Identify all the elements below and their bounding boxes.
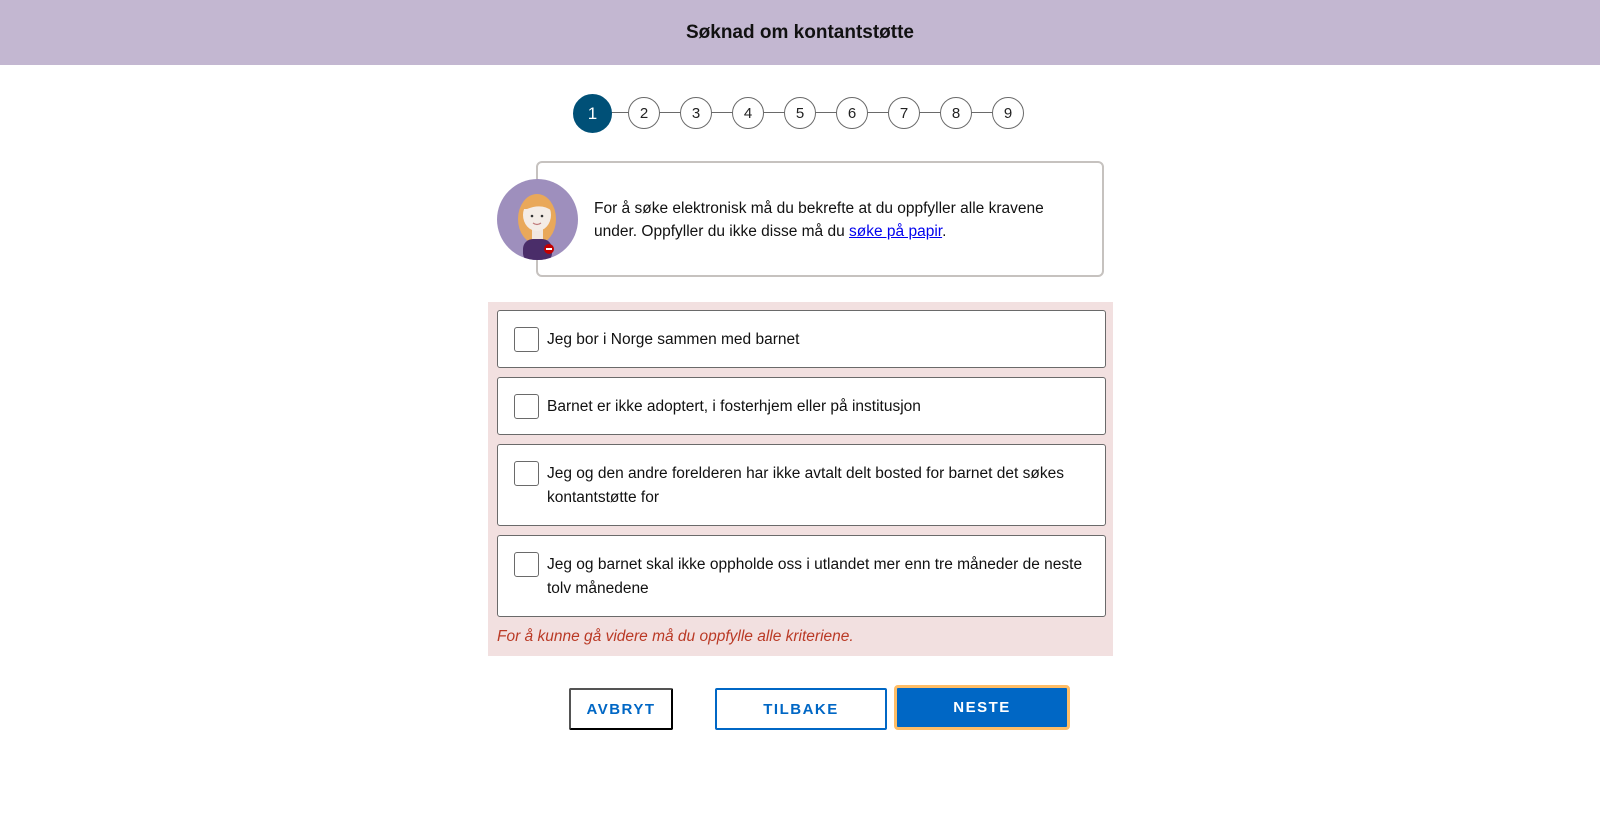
- page-title: Søknad om kontantstøtte: [685, 21, 914, 43]
- guide-text-end: .: [942, 223, 947, 240]
- criteria-label: Jeg bor i Norge sammen med barnet: [547, 331, 800, 348]
- guide-avatar: [497, 179, 578, 260]
- criteria-label: Jeg og den andre forelderen har ikke avt…: [547, 465, 1064, 506]
- step-6: 6: [836, 97, 868, 129]
- guide-text: For å søke elektronisk må du bekrefte at…: [594, 200, 1044, 240]
- criteria-checkbox-1[interactable]: Jeg bor i Norge sammen med barnet: [497, 310, 1106, 368]
- app-header: Søknad om kontantstøtte: [0, 0, 1600, 65]
- criteria-checkbox-4[interactable]: Jeg og barnet skal ikke oppholde oss i u…: [497, 535, 1106, 617]
- guide-panel: For å søke elektronisk må du bekrefte at…: [497, 161, 1105, 277]
- criteria-label: Barnet er ikke adoptert, i fosterhjem el…: [547, 398, 921, 415]
- checkbox-square[interactable]: [514, 327, 539, 352]
- checkbox-square[interactable]: [514, 461, 539, 486]
- step-8: 8: [940, 97, 972, 129]
- next-button[interactable]: NESTE: [894, 685, 1070, 730]
- step-7: 7: [888, 97, 920, 129]
- progress-stepper: 1 2 3 4 5 6 7 8 9: [0, 94, 1600, 134]
- cancel-button[interactable]: AVBRYT: [569, 688, 673, 730]
- paper-application-link[interactable]: søke på papir: [849, 223, 942, 240]
- step-3: 3: [680, 97, 712, 129]
- checkbox-square[interactable]: [514, 394, 539, 419]
- error-message: For å kunne gå videre må du oppfylle all…: [497, 628, 854, 645]
- criteria-checkbox-2[interactable]: Barnet er ikke adoptert, i fosterhjem el…: [497, 377, 1106, 435]
- step-2: 2: [628, 97, 660, 129]
- criteria-label: Jeg og barnet skal ikke oppholde oss i u…: [547, 556, 1083, 597]
- guide-bubble: For å søke elektronisk må du bekrefte at…: [536, 161, 1104, 277]
- step-4: 4: [732, 97, 764, 129]
- step-1: 1: [573, 94, 612, 133]
- criteria-panel: Jeg bor i Norge sammen med barnet Barnet…: [488, 302, 1113, 656]
- checkbox-square[interactable]: [514, 552, 539, 577]
- step-9: 9: [992, 97, 1024, 129]
- guide-person-icon: [518, 194, 556, 260]
- step-5: 5: [784, 97, 816, 129]
- criteria-checkbox-3[interactable]: Jeg og den andre forelderen har ikke avt…: [497, 444, 1106, 526]
- back-button[interactable]: TILBAKE: [715, 688, 887, 730]
